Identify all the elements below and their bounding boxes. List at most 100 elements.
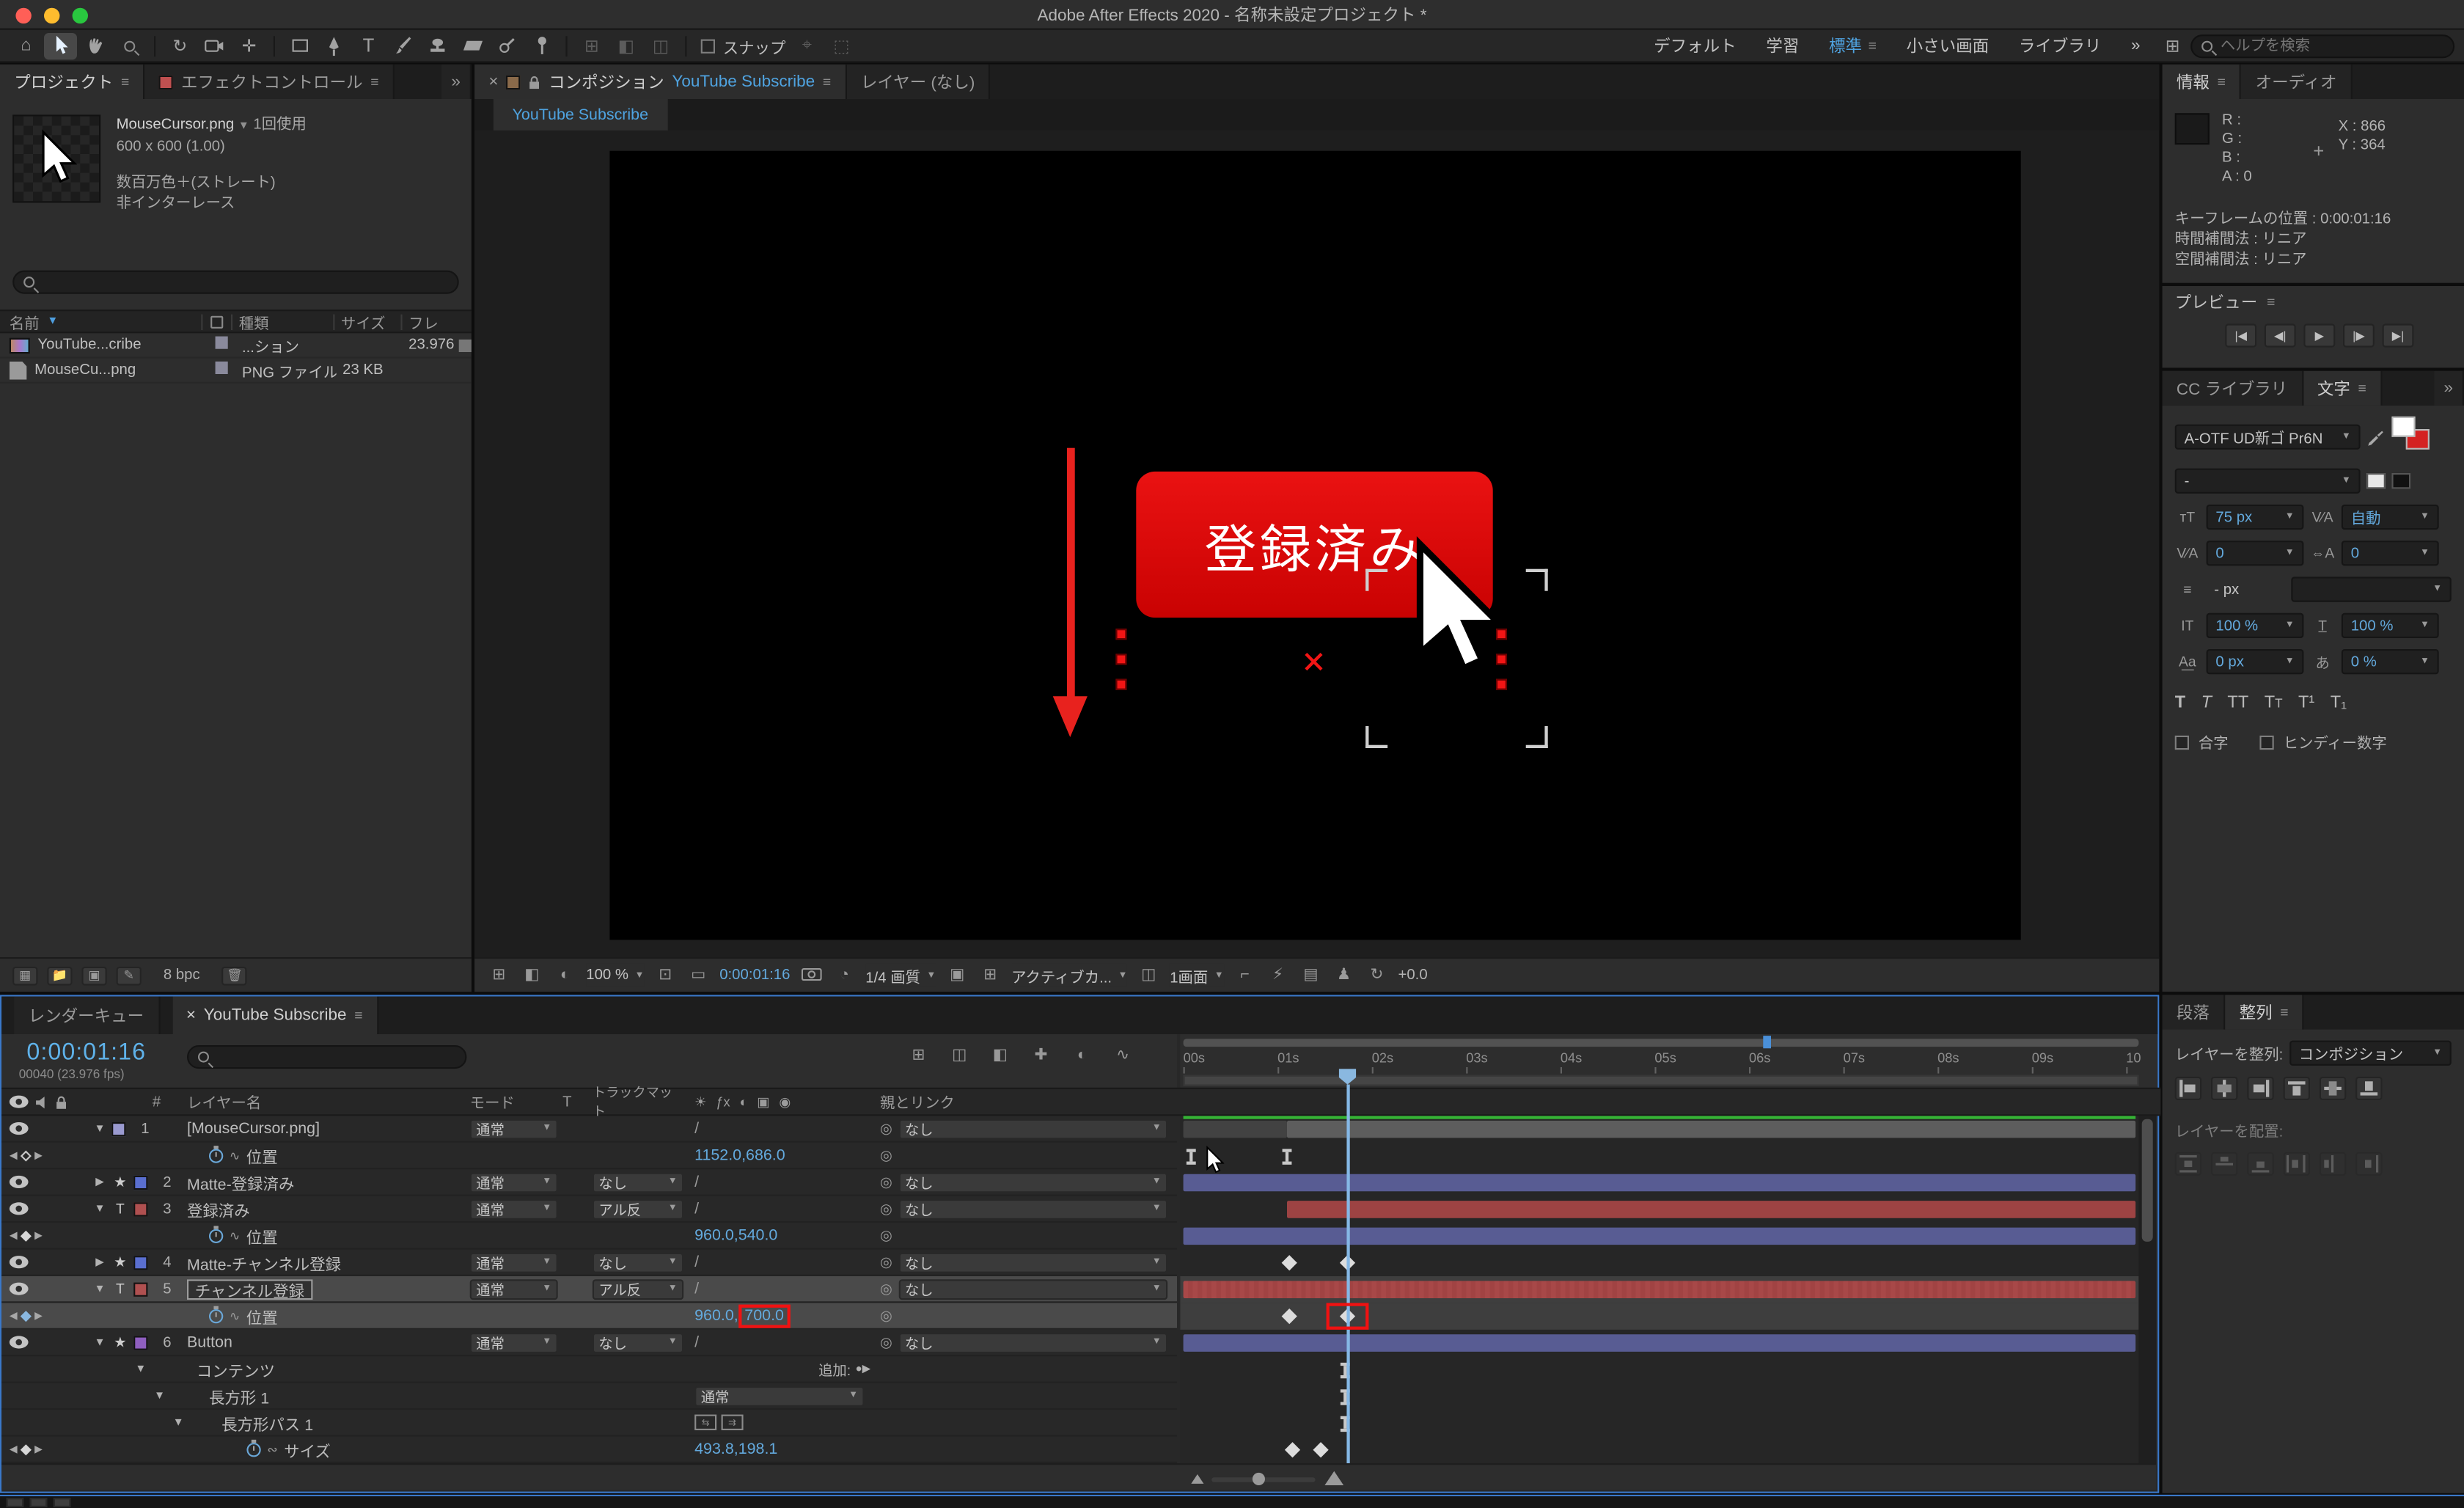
layer-name[interactable]: Matte-登録済み: [187, 1170, 294, 1194]
horizontal-scale-select[interactable]: 100 % ▼: [2341, 612, 2439, 638]
align-right-button[interactable]: [2247, 1076, 2274, 1100]
group-row-rectangle-1[interactable]: ▼ 長方形 1 通常 ▼: [1, 1383, 1178, 1410]
track-matte-select[interactable]: アル反 ▼: [592, 1198, 684, 1219]
exposure-reset-icon[interactable]: ↻: [1365, 967, 1388, 984]
next-keyframe-icon[interactable]: ▶: [34, 1229, 43, 1242]
workspace-learn[interactable]: 学習: [1752, 29, 1814, 62]
play-button[interactable]: ▶: [2303, 323, 2336, 348]
align-target-select[interactable]: コンポジション ▼: [2289, 1040, 2452, 1066]
stopwatch-icon[interactable]: [209, 1305, 224, 1323]
next-keyframe-icon[interactable]: ▶: [34, 1149, 43, 1162]
pickwhip-icon[interactable]: ◎: [880, 1120, 892, 1138]
new-folder-icon[interactable]: 📁: [47, 965, 73, 985]
visibility-eye-icon[interactable]: [9, 1202, 29, 1215]
project-search-input[interactable]: [42, 273, 448, 291]
panel-menu-icon[interactable]: ≡: [354, 1008, 362, 1023]
add-keyframe-icon[interactable]: [20, 1309, 32, 1322]
column-track-matte[interactable]: トラックマット: [587, 1083, 688, 1120]
roto-brush-tool[interactable]: [491, 32, 524, 59]
resolution-select[interactable]: 1/4 画質 ▼: [865, 963, 936, 987]
frame-blending-icon[interactable]: ✚: [1030, 1047, 1053, 1064]
home-icon[interactable]: ⌂: [10, 32, 43, 59]
layer-bar-2[interactable]: [1183, 1174, 2136, 1192]
zoom-select[interactable]: 100 % ▼: [586, 963, 645, 987]
timeline-ruler[interactable]: 00s 01s 02s 03s 04s 05s 06s 07s 08s 09s …: [1180, 1034, 2158, 1088]
quality-switch-icon[interactable]: /: [694, 1253, 699, 1271]
expand-arrow-icon[interactable]: ▶: [92, 1176, 106, 1188]
timeline-vertical-scrollbar[interactable]: [2138, 1116, 2156, 1463]
stopwatch-icon[interactable]: [246, 1438, 261, 1457]
fast-preview-icon[interactable]: ⚡: [1266, 967, 1289, 984]
kerning-select[interactable]: 自動 ▼: [2341, 504, 2439, 530]
superscript-icon[interactable]: T¹: [2298, 693, 2314, 712]
layer-name[interactable]: [MouseCursor.png]: [187, 1120, 320, 1138]
shape-group-name[interactable]: 長方形 1: [209, 1384, 269, 1408]
property-label[interactable]: サイズ: [284, 1438, 331, 1461]
quality-switch-icon[interactable]: /: [694, 1333, 699, 1351]
layer-bar-4[interactable]: [1183, 1227, 2136, 1245]
column-name[interactable]: 名前: [10, 310, 40, 333]
fill-stroke-swatches[interactable]: [2390, 416, 2434, 458]
tab-render-queue[interactable]: レンダーキュー: [14, 996, 160, 1034]
selection-tool[interactable]: [44, 32, 77, 59]
shape-blend-mode-select[interactable]: 通常 ▼: [694, 1385, 865, 1406]
link-dimensions-icon[interactable]: ∾: [267, 1442, 277, 1456]
label-chip[interactable]: [215, 361, 228, 374]
snapshot-camera-icon[interactable]: [799, 966, 823, 985]
roi-icon[interactable]: ⊡: [653, 967, 677, 984]
project-search-box[interactable]: [12, 270, 459, 294]
tab-paragraph[interactable]: 段落: [2162, 995, 2226, 1030]
layer-bar-5[interactable]: [1183, 1281, 2136, 1298]
track-matte-select[interactable]: アル反 ▼: [592, 1278, 684, 1300]
expand-arrow-icon[interactable]: ▼: [92, 1123, 106, 1134]
visibility-eye-icon[interactable]: [9, 1282, 29, 1295]
pan-behind-tool[interactable]: ✛: [232, 32, 265, 59]
next-keyframe-icon[interactable]: ▶: [34, 1309, 43, 1322]
parent-select[interactable]: なし ▼: [898, 1332, 1168, 1353]
brush-tool[interactable]: [386, 32, 419, 59]
font-family-select[interactable]: A-OTF UD新ゴ Pr6N ▼: [2174, 424, 2361, 450]
group-row-rectangle-path-1[interactable]: ▼ 長方形パス 1 ⇆ ⇉: [1, 1410, 1178, 1437]
layer-name-editing[interactable]: チャンネル登録: [186, 1278, 312, 1300]
ligatures-checkbox[interactable]: [2174, 734, 2189, 750]
panel-menu-icon[interactable]: ≡: [2267, 294, 2275, 310]
eyedropper-icon[interactable]: [2366, 428, 2384, 446]
column-framerate[interactable]: フレ: [403, 310, 472, 333]
layer-bar-1[interactable]: [1183, 1120, 1287, 1138]
layer-name[interactable]: Button: [187, 1333, 232, 1351]
chevron-down-icon[interactable]: ▼: [238, 121, 249, 132]
shape-tool[interactable]: [283, 32, 316, 59]
layer-row-5-selected[interactable]: ▼ T 5 チャンネル登録 通常 ▼ アル反 ▼ / ◎ なし ▼: [1, 1276, 1178, 1303]
exposure-value[interactable]: +0.0: [1398, 967, 1427, 984]
workspace-small-screen[interactable]: 小さい画面: [1892, 29, 2003, 62]
add-keyframe-icon[interactable]: [20, 1149, 32, 1161]
small-fill-swatch[interactable]: [2366, 473, 2386, 489]
layer-bar-6[interactable]: [1183, 1334, 2136, 1352]
bottom-icon-1[interactable]: [6, 1497, 24, 1507]
monitor-icon[interactable]: ◧: [520, 967, 543, 984]
timeline-track-area[interactable]: [1180, 1116, 2139, 1463]
prev-keyframe-icon[interactable]: ◀: [10, 1229, 18, 1242]
faux-italic-icon[interactable]: T: [2201, 693, 2212, 712]
workspace-libraries[interactable]: ライブラリ: [2005, 29, 2116, 62]
property-label[interactable]: 位置: [246, 1143, 278, 1168]
minimize-window-button[interactable]: [44, 7, 60, 23]
tracking-alt-select[interactable]: 0 ▼: [2341, 541, 2439, 566]
parent-select[interactable]: なし ▼: [898, 1118, 1168, 1139]
interpret-footage-icon[interactable]: ▦: [12, 965, 38, 985]
snap-toggle[interactable]: スナップ: [700, 34, 785, 57]
column-type[interactable]: 種類: [232, 310, 333, 333]
layer-row-1[interactable]: ▼ 1 [MouseCursor.png] 通常 ▼ / ◎ なし ▼: [1, 1116, 1178, 1143]
visibility-eye-icon[interactable]: [9, 1175, 29, 1188]
panel-menu-icon[interactable]: ≡: [121, 74, 129, 89]
mode-select[interactable]: 通常 ▼: [469, 1332, 558, 1353]
expand-arrow-icon[interactable]: ▼: [153, 1390, 166, 1401]
all-caps-icon[interactable]: TT: [2227, 693, 2248, 712]
work-area-bar[interactable]: [1183, 1075, 2139, 1086]
layer-row-4[interactable]: ▶ ★ 4 Matte-チャンネル登録 通常 ▼ なし ▼ / ◎ なし ▼: [1, 1249, 1178, 1276]
track-matte-select[interactable]: なし ▼: [592, 1332, 684, 1353]
flowchart-icon[interactable]: ♟: [1332, 967, 1355, 984]
selection-handle[interactable]: [1115, 678, 1127, 690]
mode-select[interactable]: 通常 ▼: [469, 1118, 558, 1139]
pickwhip-icon[interactable]: ◎: [880, 1333, 892, 1351]
